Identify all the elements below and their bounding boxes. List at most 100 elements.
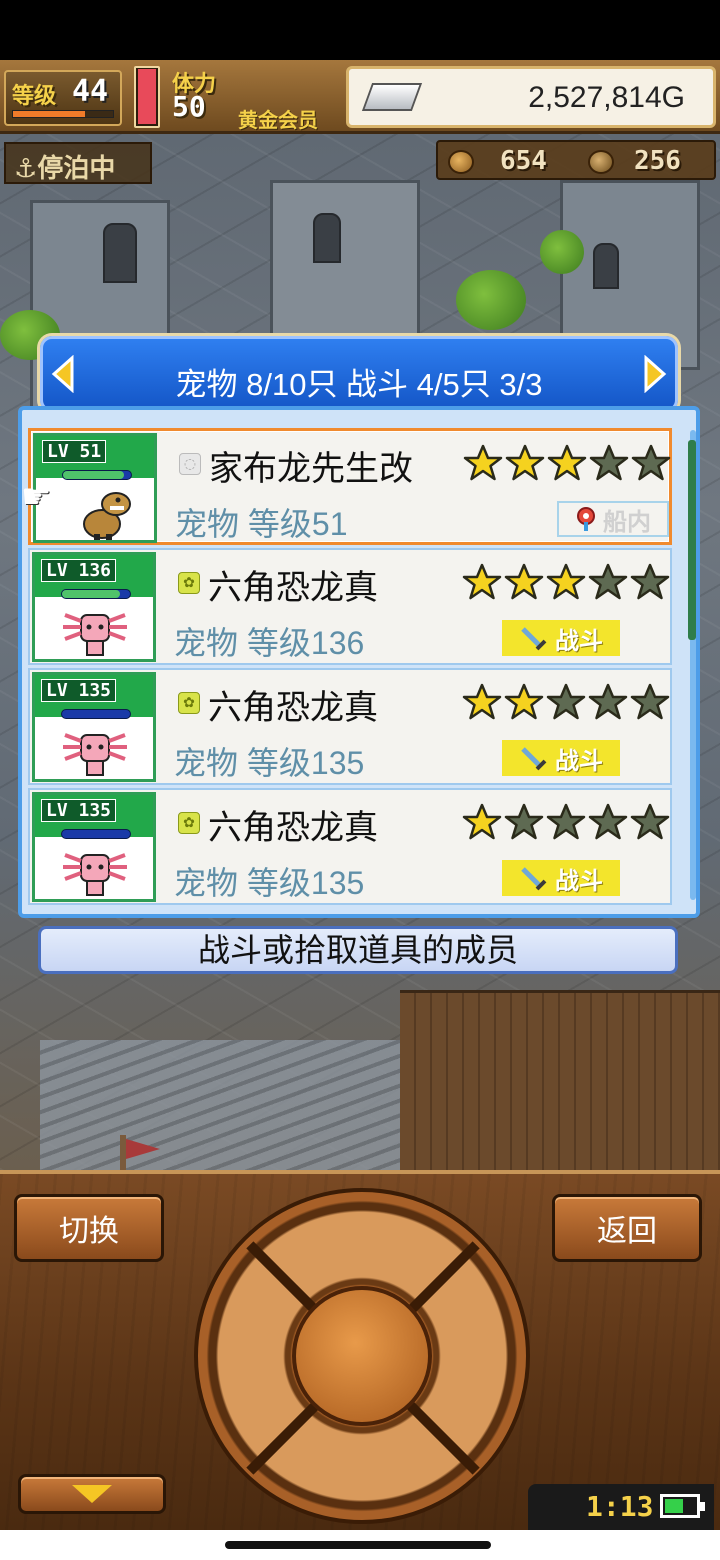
pet-dialog-hint: 战斗或拾取道具的成员 <box>38 926 678 974</box>
arrow-right-icon <box>644 355 667 393</box>
battery-fill <box>665 1499 683 1513</box>
battery-icon <box>660 1494 705 1518</box>
pet-rarity-stars <box>462 682 670 722</box>
star-empty-icon <box>588 683 628 720</box>
pet-row[interactable]: LV 135 ✿ 六角恐龙真 宠物 等级135 战斗 <box>28 668 672 785</box>
coin-icon <box>588 150 614 174</box>
clock-time: 1:13 <box>586 1490 654 1523</box>
dpad-center-button[interactable] <box>292 1286 432 1426</box>
status-tag-ship: 船内 <box>557 501 669 537</box>
axolotl-sprite-icon <box>63 733 127 776</box>
status-tag-label: 船内 <box>603 507 651 536</box>
pet-portrait: LV 135 <box>32 792 156 902</box>
star-filled-icon <box>504 563 544 600</box>
pet-row[interactable]: LV 136 ✿ 六角恐龙真 宠物 等级136 战斗 <box>28 548 672 665</box>
pet-name: 六角恐龙真 <box>208 689 378 727</box>
pet-hp-bar <box>62 470 132 480</box>
sword-icon <box>521 867 547 891</box>
control-panel: 切换 返回 1:13 <box>0 1170 720 1530</box>
scroll-thumb[interactable] <box>688 440 696 640</box>
membership-badge: 黄金会员 <box>238 108 318 132</box>
pet-row[interactable]: LV 135 ✿ 六角恐龙真 宠物 等级135 战斗 <box>28 788 672 905</box>
neutral-element-icon: ◌ <box>179 453 201 475</box>
map-pin-icon <box>577 507 595 531</box>
axolotl-sprite-icon <box>63 853 127 896</box>
back-button[interactable]: 返回 <box>552 1194 702 1262</box>
star-filled-icon <box>462 563 502 600</box>
level-label: 等级 <box>12 84 57 109</box>
status-tag-label: 战斗 <box>555 626 603 655</box>
pet-list: LV 51 ☛ ◌ 家布龙先生改 宠物 等级51 船内 LV 136 ✿ 六角恐… <box>21 428 676 908</box>
stone-stairs <box>40 1040 460 1170</box>
pet-subtitle: 宠物 等级135 <box>174 865 365 901</box>
switch-button[interactable]: 切换 <box>14 1194 164 1262</box>
tower-window <box>103 223 137 283</box>
status-bar <box>0 0 720 60</box>
star-filled-icon <box>505 444 545 481</box>
star-empty-icon <box>630 683 670 720</box>
pet-row[interactable]: LV 51 ☛ ◌ 家布龙先生改 宠物 等级51 船内 <box>21 428 672 545</box>
star-empty-icon <box>546 683 586 720</box>
counter-a: 654 <box>500 146 547 176</box>
star-filled-icon <box>462 803 502 840</box>
status-tag-label: 战斗 <box>555 866 603 895</box>
star-empty-icon <box>631 444 671 481</box>
dpad[interactable] <box>194 1188 530 1524</box>
resource-counters: 654 256 <box>436 140 716 180</box>
pet-subtitle: 宠物 等级135 <box>174 745 365 781</box>
pet-hp-bar <box>61 589 131 599</box>
swirl-element-icon: ✿ <box>178 692 200 714</box>
star-empty-icon <box>588 563 628 600</box>
pet-name: 家布龙先生改 <box>209 450 413 488</box>
pet-hp-bar <box>61 829 131 839</box>
star-empty-icon <box>504 803 544 840</box>
flag <box>120 1135 160 1170</box>
star-empty-icon <box>589 444 629 481</box>
pet-hp-bar <box>61 709 131 719</box>
pet-rarity-stars <box>462 562 670 602</box>
pet-level-badge: LV 135 <box>41 679 117 702</box>
top-hud: 等级 44 体力 50 黄金会员 2,527,814G <box>0 60 720 134</box>
star-empty-icon <box>546 803 586 840</box>
docked-text: 停泊中 <box>37 154 116 184</box>
pet-subtitle: 宠物 等级51 <box>175 506 348 542</box>
pet-portrait: LV 136 <box>32 552 156 662</box>
pointing-hand-icon: ☛ <box>21 477 52 517</box>
pet-name: 六角恐龙真 <box>208 809 378 847</box>
sword-icon <box>521 747 547 771</box>
bush <box>540 230 584 274</box>
pet-name: 六角恐龙真 <box>208 569 378 607</box>
triangle-down-icon <box>72 1485 112 1503</box>
pet-hp-fill <box>63 471 125 479</box>
stamina-value: 50 <box>172 90 206 123</box>
level-exp-bar <box>12 110 114 118</box>
docked-label: ⚓停泊中 <box>14 154 116 184</box>
game-clock: 1:13 <box>528 1484 714 1530</box>
sword-icon <box>521 627 547 651</box>
tower-window <box>313 213 341 263</box>
star-empty-icon <box>588 803 628 840</box>
level-panel: 等级 44 <box>4 70 122 126</box>
swirl-element-icon: ✿ <box>178 812 200 834</box>
next-page-button[interactable] <box>639 353 671 395</box>
home-indicator[interactable] <box>225 1541 491 1549</box>
level-value: 44 <box>72 74 109 109</box>
stamina-fill <box>138 68 156 124</box>
star-empty-icon <box>630 563 670 600</box>
tower-window <box>593 243 619 289</box>
status-tag-battle: 战斗 <box>502 740 620 776</box>
pet-rarity-stars <box>463 443 671 483</box>
swirl-element-icon: ✿ <box>178 572 200 594</box>
money-panel[interactable]: 2,527,814G <box>346 66 716 128</box>
docked-status: ⚓停泊中 <box>4 142 152 184</box>
counter-b: 256 <box>634 146 681 176</box>
pet-level-badge: LV 135 <box>41 799 117 822</box>
menu-down-button[interactable] <box>18 1474 166 1514</box>
star-filled-icon <box>462 683 502 720</box>
stamina-gauge <box>134 66 160 128</box>
star-filled-icon <box>546 563 586 600</box>
dinosaur-sprite-icon <box>83 492 131 540</box>
pet-hp-fill <box>62 590 120 598</box>
castle-tower <box>270 180 420 360</box>
pet-dialog-header: 宠物 8/10只 战斗 4/5只 3/3 <box>40 336 678 412</box>
